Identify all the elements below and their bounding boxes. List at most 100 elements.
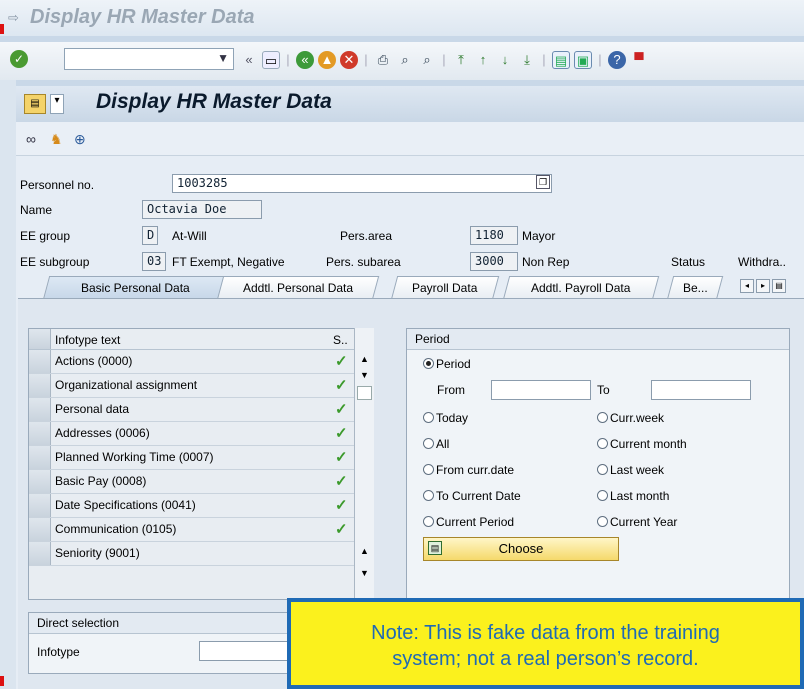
menu-dropdown-icon[interactable]: ▾ — [50, 94, 64, 114]
exit-icon[interactable]: ⇨ — [8, 10, 19, 26]
radio-current-month[interactable]: Current month — [597, 437, 687, 451]
personnel-no-label: Personnel no. — [20, 178, 95, 192]
tab-basic-personal-data[interactable]: Basic Personal Data — [42, 276, 228, 300]
tab-addtl-personal-data[interactable]: Addtl. Personal Data — [216, 276, 380, 300]
back-icon[interactable]: « — [296, 51, 314, 69]
table-row[interactable]: Addresses (0006) ✓ — [29, 422, 373, 446]
table-row[interactable]: Organizational assignment ✓ — [29, 374, 373, 398]
row-selector[interactable] — [29, 494, 51, 517]
table-row[interactable]: Personal data ✓ — [29, 398, 373, 422]
scroll-thumb[interactable] — [357, 386, 372, 400]
to-date-input[interactable] — [651, 380, 751, 400]
application-toolbar: ∞ ♞ ⊕ — [16, 122, 804, 156]
tab-left-icon[interactable]: ◂ — [740, 279, 754, 293]
enter-icon[interactable]: ✓ — [10, 50, 28, 68]
save-icon[interactable]: ▭ — [262, 51, 280, 69]
prev-page-icon[interactable]: ↑ — [474, 51, 492, 69]
row-selector[interactable] — [29, 542, 51, 565]
radio-current-year[interactable]: Current Year — [597, 515, 677, 529]
scroll-down-icon[interactable]: ▼ — [360, 568, 369, 578]
new-session-icon[interactable]: ▤ — [552, 51, 570, 69]
disclaimer-note: Note: This is fake data from the trainin… — [287, 598, 804, 689]
glasses-icon[interactable]: ∞ — [26, 131, 36, 147]
name-label: Name — [20, 203, 53, 217]
radio-period[interactable]: Period — [423, 357, 471, 371]
personnel-no-field[interactable]: 1003285 — [172, 174, 552, 193]
ee-group-text: At-Will — [172, 229, 207, 243]
help-icon[interactable]: ? — [608, 51, 626, 69]
row-selector[interactable] — [29, 470, 51, 493]
table-header: Infotype text S.. — [29, 329, 373, 350]
first-page-icon[interactable]: ⤒ — [452, 51, 470, 69]
tab-addtl-payroll-data[interactable]: Addtl. Payroll Data — [502, 276, 660, 300]
ee-subgroup-label: EE subgroup — [20, 255, 90, 269]
menu-icon[interactable]: ▤ — [24, 94, 46, 114]
left-edge — [0, 80, 16, 689]
ee-subgroup-text: FT Exempt, Negative — [172, 255, 285, 269]
command-field[interactable]: ▼ — [64, 48, 234, 70]
pers-subarea-code: 3000 — [470, 252, 518, 271]
check-icon: ✓ — [335, 401, 348, 418]
scroll-up-icon[interactable]: ▲ — [360, 546, 369, 556]
radio-from-curr-date[interactable]: From curr.date — [423, 463, 514, 477]
standard-toolbar: ✓ ▼ « ▭ | « ▲ ✕ | ⎙ ⌕ ⌕ | ⤒ ↑ ↓ ⤓ | ▤ ▣ … — [0, 42, 804, 80]
edge-marker — [0, 676, 4, 686]
customize-icon[interactable]: ▀ — [630, 51, 648, 69]
check-icon: ✓ — [335, 497, 348, 514]
radio-today[interactable]: Today — [423, 411, 468, 425]
scroll-up-icon[interactable]: ▲ — [360, 354, 369, 364]
radio-last-month[interactable]: Last month — [597, 489, 669, 503]
screen-title: Display HR Master Data — [96, 90, 332, 113]
ee-subgroup-code: 03 — [142, 252, 166, 271]
status-value: Withdra.. — [738, 255, 787, 269]
radio-current-period[interactable]: Current Period — [423, 515, 514, 529]
row-selector[interactable] — [29, 398, 51, 421]
infotype-label: Infotype — [37, 645, 80, 659]
period-box: Period Period From To Today Curr.week Al… — [406, 328, 790, 602]
check-icon: ✓ — [335, 377, 348, 394]
window-titlebar: ⇨ Display HR Master Data — [0, 0, 804, 36]
radio-to-current-date[interactable]: To Current Date — [423, 489, 521, 503]
table-row[interactable]: Date Specifications (0041) ✓ — [29, 494, 373, 518]
table-row[interactable]: Planned Working Time (0007) ✓ — [29, 446, 373, 470]
table-row[interactable]: Actions (0000) ✓ — [29, 350, 373, 374]
row-selector[interactable] — [29, 350, 51, 373]
row-selector[interactable] — [29, 518, 51, 541]
radio-curr-week[interactable]: Curr.week — [597, 411, 664, 425]
radio-last-week[interactable]: Last week — [597, 463, 664, 477]
shortcut-icon[interactable]: ▣ — [574, 51, 592, 69]
chevron-down-icon[interactable]: ▼ — [217, 51, 229, 65]
table-row[interactable]: Seniority (9001) — [29, 542, 373, 566]
from-date-input[interactable] — [491, 380, 591, 400]
org-icon[interactable]: ⊕ — [74, 131, 86, 148]
tab-benefits[interactable]: Be... — [666, 276, 724, 300]
table-row[interactable]: Basic Pay (0008) ✓ — [29, 470, 373, 494]
person-icon[interactable]: ♞ — [50, 131, 63, 148]
find-next-icon[interactable]: ⌕ — [418, 51, 436, 69]
choose-icon: ▤ — [428, 541, 442, 555]
name-field: Octavia Doe — [142, 200, 262, 219]
collapse-icon[interactable]: « — [240, 51, 258, 69]
edge-marker — [0, 24, 4, 34]
table-scrollbar[interactable]: ▲ ▼ ▲ ▼ — [354, 328, 374, 600]
exit-icon[interactable]: ▲ — [318, 51, 336, 69]
tab-right-icon[interactable]: ▸ — [756, 279, 770, 293]
radio-all[interactable]: All — [423, 437, 449, 451]
pers-area-text: Mayor — [522, 229, 556, 243]
cancel-icon[interactable]: ✕ — [340, 51, 358, 69]
choose-button[interactable]: ▤ Choose — [423, 537, 619, 561]
select-all-cell[interactable] — [29, 329, 51, 349]
last-page-icon[interactable]: ⤓ — [518, 51, 536, 69]
row-selector[interactable] — [29, 422, 51, 445]
tab-payroll-data[interactable]: Payroll Data — [390, 276, 500, 300]
print-icon[interactable]: ⎙ — [374, 51, 392, 69]
table-row[interactable]: Communication (0105) ✓ — [29, 518, 373, 542]
find-icon[interactable]: ⌕ — [396, 51, 414, 69]
scroll-down-icon[interactable]: ▼ — [360, 370, 369, 380]
copy-icon[interactable]: ❐ — [536, 175, 550, 189]
row-selector[interactable] — [29, 446, 51, 469]
tab-list-icon[interactable]: ▤ — [772, 279, 786, 293]
row-selector[interactable] — [29, 374, 51, 397]
next-page-icon[interactable]: ↓ — [496, 51, 514, 69]
pers-subarea-label: Pers. subarea — [326, 255, 401, 269]
